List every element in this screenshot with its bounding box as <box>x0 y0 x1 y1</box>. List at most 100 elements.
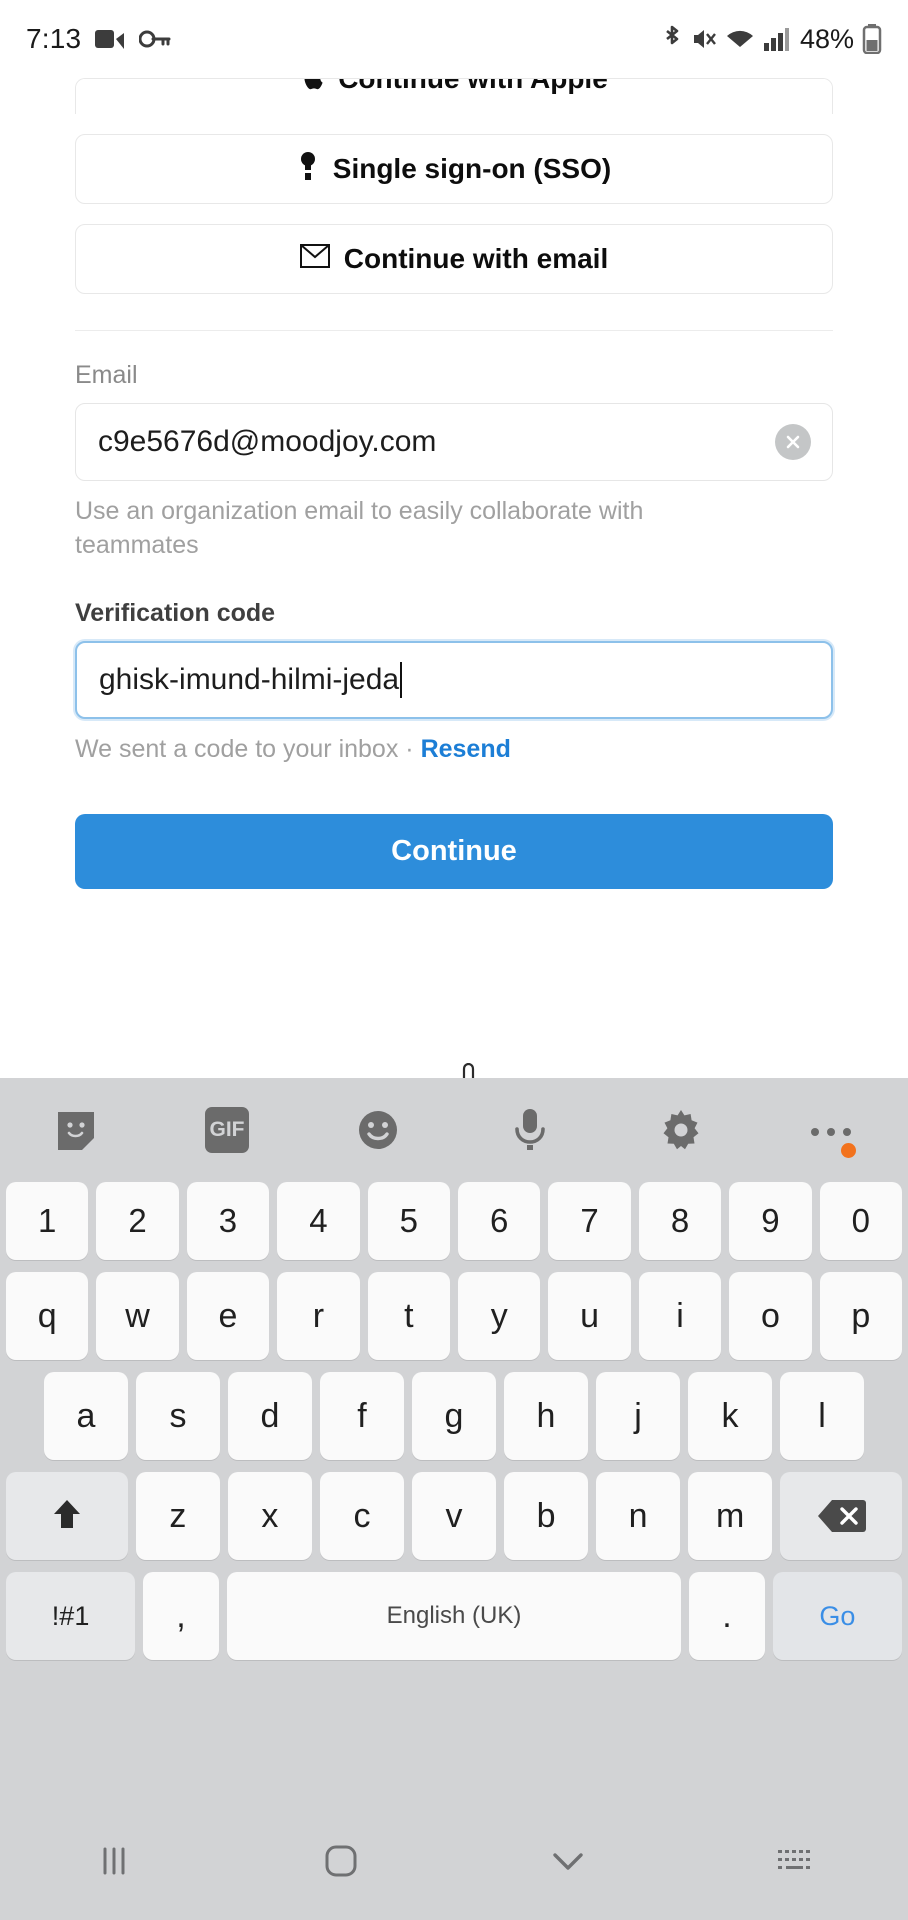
keyboard-row-top: q w e r t y u i o p <box>5 1272 903 1360</box>
key-f[interactable]: f <box>320 1372 404 1460</box>
gif-icon[interactable]: GIF <box>151 1107 302 1153</box>
keyboard-row-numbers: 1 2 3 4 5 6 7 8 9 0 <box>5 1182 903 1260</box>
verification-code-label: Verification code <box>75 598 276 627</box>
key-d[interactable]: d <box>228 1372 312 1460</box>
key-6[interactable]: 6 <box>458 1182 541 1260</box>
verification-helper-label: We sent a code to your inbox · <box>75 734 421 763</box>
keyboard-row-home: a s d f g h j k l <box>6 1372 902 1460</box>
on-screen-keyboard[interactable]: GIF 1 2 3 4 5 6 7 8 9 0 q w e r t y u i … <box>0 1078 908 1920</box>
key-y[interactable]: y <box>458 1272 541 1360</box>
status-bar-right: 48% <box>661 0 882 78</box>
symbols-key[interactable]: !#1 <box>6 1572 136 1660</box>
more-options-icon[interactable] <box>757 1121 908 1158</box>
back-chevron-icon[interactable] <box>454 1846 681 1876</box>
battery-icon <box>862 24 882 54</box>
key-3[interactable]: 3 <box>186 1182 270 1260</box>
enter-go-key[interactable]: Go <box>772 1572 903 1660</box>
envelope-icon <box>299 243 330 275</box>
status-time: 7:13 <box>26 23 82 54</box>
sticker-icon[interactable] <box>0 1106 151 1154</box>
key-j[interactable]: j <box>596 1372 680 1460</box>
comma-key[interactable]: , <box>143 1572 219 1660</box>
key-s[interactable]: s <box>136 1372 220 1460</box>
key-v[interactable]: v <box>411 1472 497 1560</box>
keyboard-row-space: !#1 , English (UK) . Go <box>6 1572 903 1660</box>
email-label: Email <box>75 361 138 389</box>
key-g[interactable]: g <box>412 1372 496 1460</box>
email-input-value: c9e5676d@moodjoy.com <box>98 425 437 458</box>
sso-button-label: Single sign-on (SSO) <box>332 153 612 184</box>
key-l[interactable]: l <box>780 1372 864 1460</box>
key-7[interactable]: 7 <box>548 1182 631 1260</box>
key-r[interactable]: r <box>277 1272 360 1360</box>
gif-label: GIF <box>204 1107 249 1153</box>
key-z[interactable]: z <box>135 1472 220 1560</box>
apple-logo-icon <box>300 79 326 98</box>
single-sign-on-button[interactable]: Single sign-on (SSO) <box>75 134 833 204</box>
vibrate-mute-icon <box>691 25 717 53</box>
system-navigation-bar <box>0 1802 908 1920</box>
keyboard-switch-icon[interactable] <box>681 1845 908 1877</box>
key-4[interactable]: 4 <box>277 1182 360 1260</box>
key-icon <box>297 151 319 188</box>
status-bar: 7:13 48% <box>0 0 908 78</box>
continue-with-email-button[interactable]: Continue with email <box>75 224 833 294</box>
backspace-key[interactable] <box>780 1472 903 1560</box>
resend-link[interactable]: Resend <box>421 735 511 763</box>
emoji-icon[interactable] <box>303 1106 454 1154</box>
key-i[interactable]: i <box>638 1272 722 1360</box>
keyboard-toolbar: GIF <box>0 1078 908 1182</box>
mouse-pointer-icon <box>450 1062 502 1078</box>
microphone-icon[interactable] <box>454 1105 605 1155</box>
status-bar-left: 7:13 <box>26 23 171 55</box>
key-9[interactable]: 9 <box>729 1182 812 1260</box>
wifi-icon <box>725 26 755 52</box>
key-q[interactable]: q <box>5 1272 89 1360</box>
verification-helper-text: We sent a code to your inbox · Resend <box>75 733 755 767</box>
key-w[interactable]: w <box>96 1272 179 1360</box>
key-h[interactable]: h <box>504 1372 588 1460</box>
key-x[interactable]: x <box>227 1472 312 1560</box>
key-k[interactable]: k <box>688 1372 772 1460</box>
period-key[interactable]: . <box>689 1572 765 1660</box>
key-m[interactable]: m <box>688 1472 773 1560</box>
bluetooth-icon <box>661 24 683 54</box>
key-u[interactable]: u <box>548 1272 631 1360</box>
shift-key[interactable] <box>5 1472 128 1560</box>
signin-form: Continue with Apple Single sign-on (SSO)… <box>0 78 908 1078</box>
key-b[interactable]: b <box>504 1472 589 1560</box>
text-caret <box>400 661 403 698</box>
key-o[interactable]: o <box>729 1272 812 1360</box>
clear-email-icon[interactable] <box>775 424 811 460</box>
email-field-group: Email c9e5676d@moodjoy.com Use an organi… <box>75 361 833 563</box>
recents-icon[interactable] <box>0 1841 227 1881</box>
key-2[interactable]: 2 <box>96 1182 179 1260</box>
email-input[interactable]: c9e5676d@moodjoy.com <box>75 403 833 481</box>
verification-code-value: ghisk-imund-hilmi-jeda <box>99 662 400 696</box>
email-button-label: Continue with email <box>343 243 609 274</box>
key-n[interactable]: n <box>596 1472 681 1560</box>
cellular-signal-icon <box>763 26 789 52</box>
notification-dot-badge <box>840 1143 856 1158</box>
vpn-key-icon <box>139 29 171 49</box>
continue-button-label: Continue <box>391 835 517 868</box>
key-8[interactable]: 8 <box>638 1182 722 1260</box>
continue-with-apple-button[interactable]: Continue with Apple <box>75 78 833 114</box>
home-icon[interactable] <box>227 1839 454 1883</box>
verification-code-group: Verification code ghisk-imund-hilmi-jeda… <box>75 599 833 767</box>
keyboard-keys: 1 2 3 4 5 6 7 8 9 0 q w e r t y u i o p … <box>0 1182 908 1660</box>
key-0[interactable]: 0 <box>819 1182 903 1260</box>
key-t[interactable]: t <box>367 1272 450 1360</box>
key-e[interactable]: e <box>186 1272 270 1360</box>
verification-code-input[interactable]: ghisk-imund-hilmi-jeda <box>75 640 833 719</box>
key-p[interactable]: p <box>819 1272 903 1360</box>
continue-button[interactable]: Continue <box>75 814 833 890</box>
key-a[interactable]: a <box>44 1372 128 1460</box>
key-1[interactable]: 1 <box>5 1182 89 1260</box>
video-recording-icon <box>95 28 125 50</box>
key-5[interactable]: 5 <box>367 1182 450 1260</box>
section-divider <box>75 330 833 331</box>
key-c[interactable]: c <box>319 1472 404 1560</box>
space-key[interactable]: English (UK) <box>226 1572 682 1660</box>
settings-gear-icon[interactable] <box>605 1106 756 1154</box>
